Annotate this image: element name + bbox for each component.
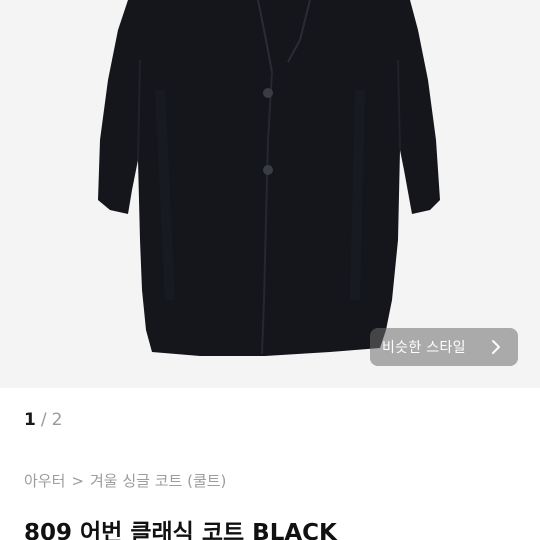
breadcrumb: 아우터 > 겨울 싱글 코트 (쿨트) bbox=[24, 470, 226, 491]
product-image-carousel[interactable]: 비슷한 스타일 bbox=[0, 0, 540, 388]
similar-style-button[interactable]: 비슷한 스타일 bbox=[370, 328, 518, 366]
product-title: 809 어번 클래식 코트 BLACK bbox=[24, 520, 337, 540]
page-separator: / bbox=[40, 410, 47, 430]
chevron-right-icon bbox=[492, 340, 500, 354]
breadcrumb-separator: > bbox=[71, 471, 84, 490]
page-current: 1 bbox=[24, 410, 36, 430]
similar-style-label: 비슷한 스타일 bbox=[382, 340, 466, 356]
page-total: 2 bbox=[51, 410, 63, 430]
breadcrumb-subcategory[interactable]: 겨울 싱글 코트 (쿨트) bbox=[90, 470, 226, 491]
product-detail-page: 비슷한 스타일 1 / 2 아우터 > 겨울 싱글 코트 (쿨트) 809 어번… bbox=[0, 0, 540, 540]
image-page-indicator: 1 / 2 bbox=[24, 410, 62, 430]
breadcrumb-category[interactable]: 아우터 bbox=[24, 470, 65, 491]
